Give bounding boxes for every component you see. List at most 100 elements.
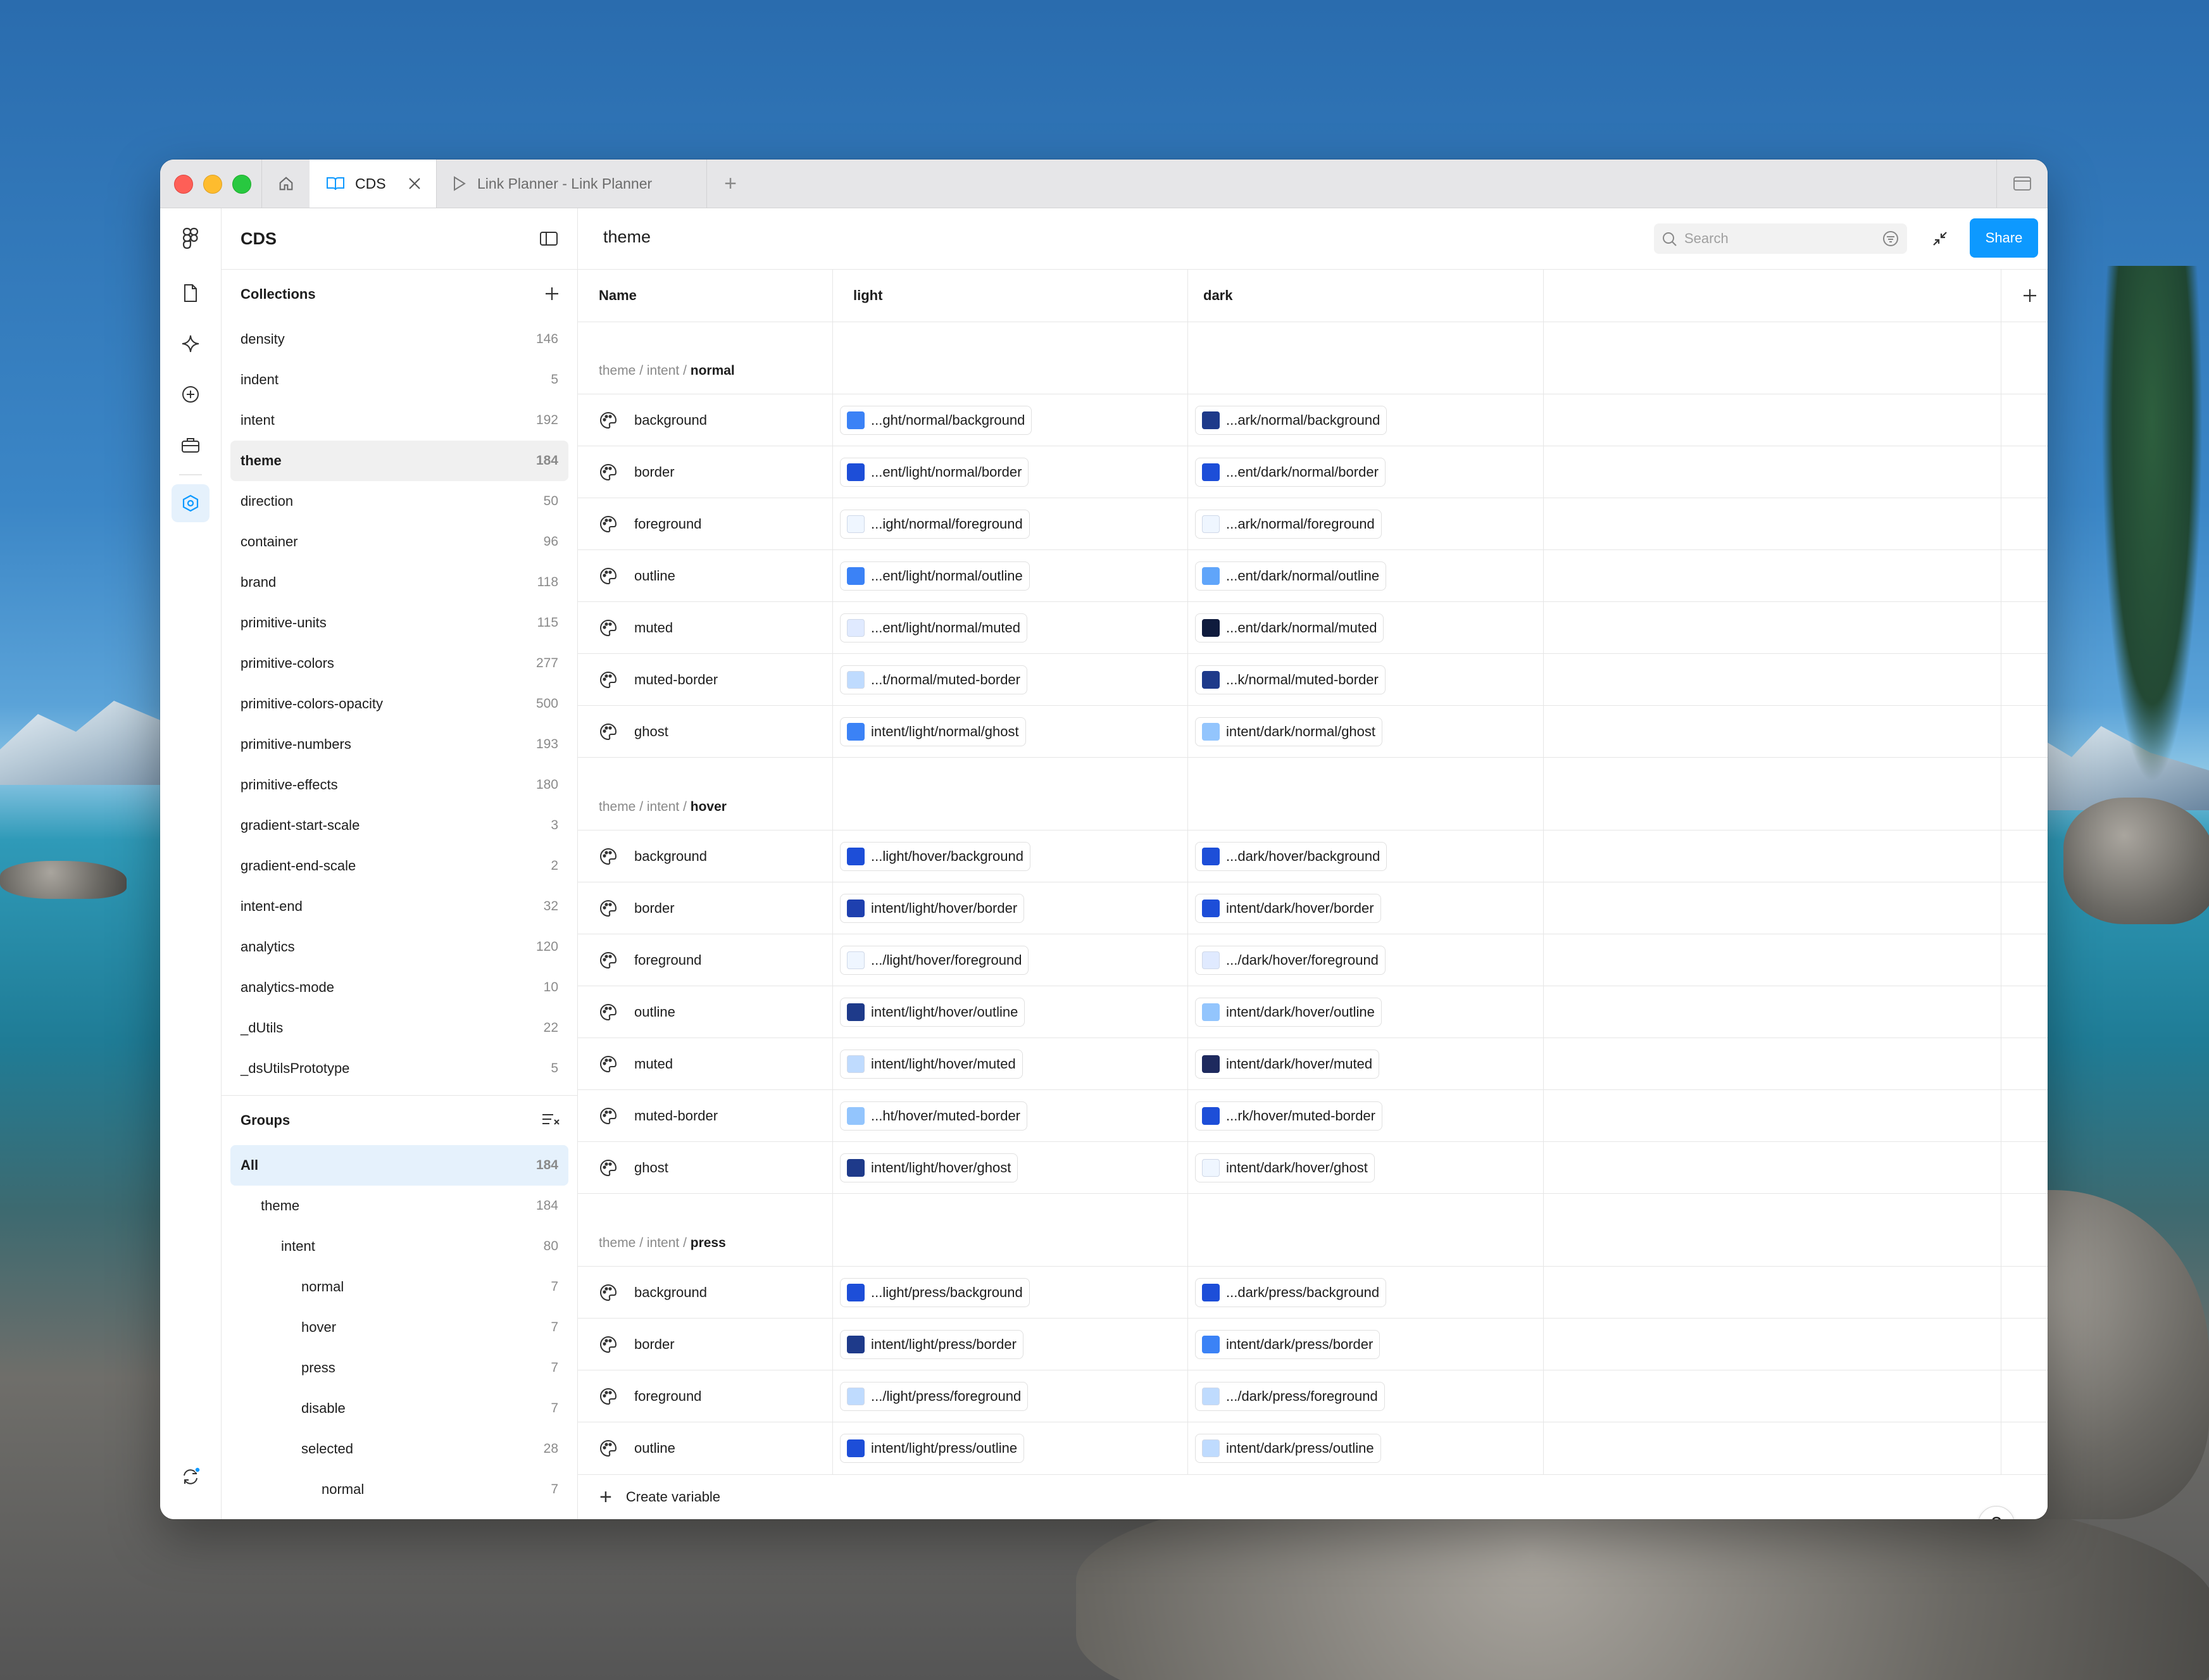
variable-name-cell[interactable]: foreground xyxy=(599,498,701,550)
dark-value-chip[interactable]: intent/dark/hover/ghost xyxy=(1195,1153,1375,1182)
dark-value-chip[interactable]: ...dark/hover/background xyxy=(1195,842,1387,871)
collection-item-_dsUtilsPrototype[interactable]: _dsUtilsPrototype 5 xyxy=(230,1048,568,1089)
collection-item-analytics-mode[interactable]: analytics-mode 10 xyxy=(230,967,568,1008)
variable-row[interactable]: foreground ...ight/normal/foreground ...ar… xyxy=(578,498,2048,550)
collection-item-primitive-effects[interactable]: primitive-effects 180 xyxy=(230,765,568,805)
minimize-window-button[interactable] xyxy=(203,175,222,194)
variable-row[interactable]: muted intent/light/hover/muted intent/dark… xyxy=(578,1038,2048,1090)
light-value-chip[interactable]: ...t/normal/muted-border xyxy=(840,665,1027,694)
group-item-disable[interactable]: disable 7 xyxy=(230,1388,568,1429)
dark-value-chip[interactable]: intent/dark/hover/outline xyxy=(1195,998,1382,1027)
collection-item-gradient-start-scale[interactable]: gradient-start-scale 3 xyxy=(230,805,568,846)
group-item-All[interactable]: All 184 xyxy=(230,1145,568,1186)
variable-name-cell[interactable]: foreground xyxy=(599,1370,701,1422)
variable-row[interactable]: muted-border ...t/normal/muted-border ...k… xyxy=(578,654,2048,706)
tab-cds[interactable]: CDS xyxy=(310,160,437,208)
dark-value-chip[interactable]: intent/dark/press/outline xyxy=(1195,1434,1381,1463)
column-header-dark[interactable]: dark xyxy=(1203,270,1232,322)
light-value-chip[interactable]: ...ight/normal/foreground xyxy=(840,510,1030,539)
group-item-normal[interactable]: normal 7 xyxy=(230,1469,568,1510)
variable-row[interactable]: border intent/light/hover/border intent/da… xyxy=(578,882,2048,934)
collection-item-density[interactable]: density 146 xyxy=(230,319,568,360)
variable-row[interactable]: foreground .../light/hover/foreground .../… xyxy=(578,934,2048,986)
variable-name-cell[interactable]: background xyxy=(599,394,707,446)
light-value-chip[interactable]: intent/light/hover/ghost xyxy=(840,1153,1018,1182)
dark-value-chip[interactable]: intent/dark/press/border xyxy=(1195,1330,1380,1359)
light-value-chip[interactable]: ...ent/light/normal/muted xyxy=(840,613,1028,643)
collection-item-analytics[interactable]: analytics 120 xyxy=(230,927,568,967)
variable-name-cell[interactable]: muted-border xyxy=(599,654,718,706)
dark-value-chip[interactable]: .../dark/press/foreground xyxy=(1195,1382,1385,1411)
dark-value-chip[interactable]: ...dark/press/background xyxy=(1195,1278,1387,1307)
variable-row[interactable]: muted ...ent/light/normal/muted ...ent/dar… xyxy=(578,602,2048,654)
group-item-intent[interactable]: intent 80 xyxy=(230,1226,568,1267)
variable-name-cell[interactable]: outline xyxy=(599,1422,675,1469)
light-value-chip[interactable]: intent/light/hover/outline xyxy=(840,998,1025,1027)
dark-value-chip[interactable]: ...ark/normal/background xyxy=(1195,406,1387,435)
collection-item-brand[interactable]: brand 118 xyxy=(230,562,568,603)
sync-button[interactable] xyxy=(172,1458,210,1496)
tab-link-planner[interactable]: Link Planner - Link Planner xyxy=(437,160,707,208)
maximize-window-button[interactable] xyxy=(232,175,251,194)
dark-value-chip[interactable]: ...ent/dark/normal/muted xyxy=(1195,613,1384,643)
collection-item-intent[interactable]: intent 192 xyxy=(230,400,568,441)
browser-panel-button[interactable] xyxy=(1996,160,2048,208)
variable-name-cell[interactable]: foreground xyxy=(599,934,701,986)
variable-row[interactable]: muted-border ...ht/hover/muted-border ...r… xyxy=(578,1090,2048,1142)
variable-name-cell[interactable]: muted xyxy=(599,1038,673,1090)
variable-row[interactable]: background ...light/press/background ...da… xyxy=(578,1267,2048,1319)
light-value-chip[interactable]: intent/light/press/outline xyxy=(840,1434,1025,1463)
light-value-chip[interactable]: ...ent/light/normal/border xyxy=(840,458,1029,487)
variable-row[interactable]: background ...ght/normal/background ...ark… xyxy=(578,394,2048,446)
light-value-chip[interactable]: ...light/press/background xyxy=(840,1278,1030,1307)
variable-name-cell[interactable]: background xyxy=(599,831,707,882)
collection-item-primitive-colors[interactable]: primitive-colors 277 xyxy=(230,643,568,684)
home-tab-button[interactable] xyxy=(261,160,311,208)
variable-name-cell[interactable]: ghost xyxy=(599,1142,668,1194)
group-item-normal[interactable]: normal 7 xyxy=(230,1267,568,1307)
light-value-chip[interactable]: ...ht/hover/muted-border xyxy=(840,1101,1028,1131)
light-value-chip[interactable]: ...ent/light/normal/outline xyxy=(840,561,1030,591)
figma-logo-button[interactable] xyxy=(172,220,210,258)
dark-value-chip[interactable]: ...k/normal/muted-border xyxy=(1195,665,1386,694)
group-item-theme[interactable]: theme 184 xyxy=(230,1186,568,1226)
variable-name-cell[interactable]: background xyxy=(599,1267,707,1319)
collection-item-container[interactable]: container 96 xyxy=(230,522,568,562)
light-value-chip[interactable]: intent/light/hover/muted xyxy=(840,1050,1023,1079)
light-value-chip[interactable]: .../light/press/foreground xyxy=(840,1382,1029,1411)
variable-name-cell[interactable]: border xyxy=(599,446,675,498)
collection-item-intent-end[interactable]: intent-end 32 xyxy=(230,886,568,927)
light-value-chip[interactable]: intent/light/press/border xyxy=(840,1330,1023,1359)
group-item-hover[interactable]: hover 7 xyxy=(230,1307,568,1348)
collection-item-indent[interactable]: indent 5 xyxy=(230,360,568,400)
dark-value-chip[interactable]: ...ent/dark/normal/outline xyxy=(1195,561,1387,591)
variable-row[interactable]: outline ...ent/light/normal/outline ...ent… xyxy=(578,550,2048,602)
create-variable-button[interactable]: + Create variable xyxy=(578,1474,2048,1519)
light-value-chip[interactable]: .../light/hover/foreground xyxy=(840,946,1029,975)
dark-value-chip[interactable]: intent/dark/hover/muted xyxy=(1195,1050,1380,1079)
variable-name-cell[interactable]: border xyxy=(599,882,675,934)
collection-item-direction[interactable]: direction 50 xyxy=(230,481,568,522)
variable-row[interactable]: border intent/light/press/border intent/da… xyxy=(578,1319,2048,1370)
add-collection-icon[interactable] xyxy=(543,285,561,303)
column-header-name[interactable]: Name xyxy=(599,270,637,322)
file-button[interactable] xyxy=(172,274,210,312)
variable-name-cell[interactable]: muted-border xyxy=(599,1090,718,1142)
variable-row[interactable]: outline intent/light/hover/outline intent/… xyxy=(578,986,2048,1038)
light-value-chip[interactable]: intent/light/hover/border xyxy=(840,894,1025,923)
variable-name-cell[interactable]: muted xyxy=(599,602,673,654)
dark-value-chip[interactable]: ...ark/normal/foreground xyxy=(1195,510,1382,539)
light-value-chip[interactable]: ...ght/normal/background xyxy=(840,406,1032,435)
search-input[interactable]: Search xyxy=(1654,223,1907,254)
variable-row[interactable]: outline intent/light/press/outline intent/… xyxy=(578,1422,2048,1469)
close-tab-icon[interactable] xyxy=(408,177,422,191)
add-button[interactable] xyxy=(172,375,210,413)
light-value-chip[interactable]: ...light/hover/background xyxy=(840,842,1030,871)
variable-name-cell[interactable]: outline xyxy=(599,986,675,1038)
add-mode-button[interactable] xyxy=(2013,270,2047,322)
dark-value-chip[interactable]: ...ent/dark/normal/border xyxy=(1195,458,1386,487)
variable-name-cell[interactable]: outline xyxy=(599,550,675,602)
variable-row[interactable]: background ...light/hover/background ...da… xyxy=(578,831,2048,882)
group-item-selected[interactable]: selected 28 xyxy=(230,1429,568,1469)
dark-value-chip[interactable]: intent/dark/normal/ghost xyxy=(1195,717,1383,746)
